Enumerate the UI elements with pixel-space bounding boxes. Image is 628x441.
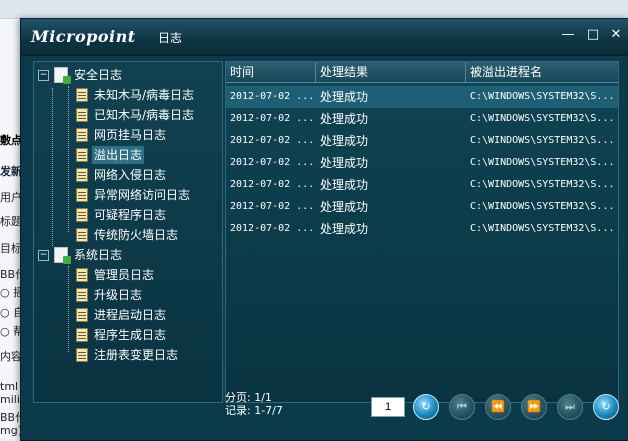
log-file-icon bbox=[76, 348, 88, 362]
tree-item-label-selected: 溢出日志 bbox=[92, 146, 145, 164]
list-header: 时间 处理结果 被溢出进程名 bbox=[226, 62, 618, 83]
last-page-button[interactable]: ⏭ bbox=[557, 394, 583, 420]
prev-page-icon: ⏪ bbox=[491, 400, 505, 413]
cell-result: 处理成功 bbox=[320, 156, 369, 170]
log-file-icon bbox=[76, 108, 88, 122]
tree-connector bbox=[52, 88, 53, 246]
log-list: 时间 处理结果 被溢出进程名 2012-07-02 ... 处理成功 C:\WI… bbox=[225, 61, 619, 403]
log-file-icon bbox=[76, 228, 88, 242]
column-header-time[interactable]: 时间 bbox=[226, 62, 316, 82]
table-row[interactable]: 2012-07-02 ... 处理成功 C:\WINDOWS\SYSTEM32\… bbox=[226, 174, 618, 196]
cell-result: 处理成功 bbox=[320, 222, 369, 236]
tree-item-label: 传统防火墙日志 bbox=[94, 228, 179, 242]
cell-process: C:\WINDOWS\SYSTEM32\S... bbox=[470, 135, 615, 146]
refresh-button[interactable]: ↻ bbox=[593, 394, 619, 420]
log-file-icon bbox=[76, 328, 88, 342]
log-file-icon bbox=[76, 148, 88, 162]
log-category-tree: − 安全日志 未知木马/病毒日志 已知木马/病毒日志 网页挂马日志 溢出日志 网… bbox=[33, 61, 223, 403]
log-file-icon bbox=[76, 168, 88, 182]
table-row[interactable]: 2012-07-02 ... 处理成功 C:\WINDOWS\SYSTEM32\… bbox=[226, 218, 618, 240]
cell-result: 处理成功 bbox=[320, 200, 369, 214]
collapse-toggle-icon[interactable]: − bbox=[38, 70, 49, 81]
pager-info: 分页: 1/1 记录: 1-7/7 bbox=[225, 391, 283, 417]
cell-result: 处理成功 bbox=[320, 90, 369, 104]
cell-process: C:\WINDOWS\SYSTEM32\S... bbox=[470, 157, 615, 168]
tree-item-label: 程序生成日志 bbox=[94, 328, 167, 342]
log-file-icon bbox=[76, 208, 88, 222]
tree-connector bbox=[68, 86, 69, 232]
first-page-button[interactable]: ⏮ bbox=[449, 394, 475, 420]
column-header-process[interactable]: 被溢出进程名 bbox=[466, 62, 618, 82]
page-number-input[interactable] bbox=[371, 397, 405, 417]
background-label: 内容 bbox=[0, 350, 22, 363]
tree-connector bbox=[68, 266, 69, 352]
tree-item-label: 网络入侵日志 bbox=[94, 168, 167, 182]
log-file-icon bbox=[76, 88, 88, 102]
cell-result: 处理成功 bbox=[320, 178, 369, 192]
log-file-icon bbox=[76, 128, 88, 142]
cell-time: 2012-07-02 ... bbox=[230, 113, 315, 124]
cell-time: 2012-07-02 ... bbox=[230, 179, 315, 190]
page-count: 分页: 1/1 bbox=[225, 391, 272, 404]
tree-item-label: 升级日志 bbox=[94, 288, 143, 302]
table-row[interactable]: 2012-07-02 ... 处理成功 C:\WINDOWS\SYSTEM32\… bbox=[226, 108, 618, 130]
background-toolbar bbox=[0, 0, 628, 19]
cell-process: C:\WINDOWS\SYSTEM32\S... bbox=[470, 113, 615, 124]
collapse-toggle-icon[interactable]: − bbox=[38, 250, 49, 261]
tree-item-label: 已知木马/病毒日志 bbox=[94, 108, 195, 122]
tree-item-label: 可疑程序日志 bbox=[94, 208, 167, 222]
tree-group-label: 系统日志 bbox=[74, 248, 123, 262]
background-label: 敷点 bbox=[0, 134, 22, 147]
refresh-icon: ↻ bbox=[421, 400, 431, 413]
cell-result: 处理成功 bbox=[320, 112, 369, 126]
background-label: mg] bbox=[0, 424, 22, 437]
log-file-icon bbox=[76, 188, 88, 202]
minimize-button[interactable]: — bbox=[561, 28, 575, 42]
next-page-icon: ⏩ bbox=[527, 400, 541, 413]
log-folder-icon bbox=[54, 247, 71, 264]
cell-time: 2012-07-02 ... bbox=[230, 223, 315, 234]
table-row[interactable]: 2012-07-02 ... 处理成功 C:\WINDOWS\SYSTEM32\… bbox=[226, 196, 618, 218]
column-header-result[interactable]: 处理结果 bbox=[316, 62, 466, 82]
table-row[interactable]: 2012-07-02 ... 处理成功 C:\WINDOWS\SYSTEM32\… bbox=[226, 130, 618, 152]
last-page-icon: ⏭ bbox=[565, 400, 575, 413]
tree-item-label: 异常网络访问日志 bbox=[94, 188, 191, 202]
cell-time: 2012-07-02 ... bbox=[230, 201, 315, 212]
next-page-button[interactable]: ⏩ bbox=[521, 394, 547, 420]
tree-item-label: 管理员日志 bbox=[94, 268, 155, 282]
tree-item-label: 网页挂马日志 bbox=[94, 128, 167, 142]
background-label: 目标 bbox=[0, 242, 22, 255]
record-count: 记录: 1-7/7 bbox=[225, 404, 283, 417]
prev-page-button[interactable]: ⏪ bbox=[485, 394, 511, 420]
cell-process: C:\WINDOWS\SYSTEM32\S... bbox=[470, 201, 615, 212]
go-page-button[interactable]: ↻ bbox=[413, 394, 439, 420]
window-title: 日志 bbox=[158, 31, 183, 45]
title-bar[interactable]: Micropoint 日志 — □ ✕ bbox=[21, 19, 628, 56]
cell-process: C:\WINDOWS\SYSTEM32\S... bbox=[470, 179, 615, 190]
cell-time: 2012-07-02 ... bbox=[230, 157, 315, 168]
cell-result: 处理成功 bbox=[320, 134, 369, 148]
cell-process: C:\WINDOWS\SYSTEM32\S... bbox=[470, 91, 615, 102]
table-row[interactable]: 2012-07-02 ... 处理成功 C:\WINDOWS\SYSTEM32\… bbox=[226, 86, 618, 108]
tree-item-label: 注册表变更日志 bbox=[94, 348, 179, 362]
log-window: Micropoint 日志 — □ ✕ − 安全日志 未知木马/病毒日志 已知木… bbox=[20, 18, 628, 441]
close-button[interactable]: ✕ bbox=[609, 28, 623, 42]
log-file-icon bbox=[76, 288, 88, 302]
cell-time: 2012-07-02 ... bbox=[230, 91, 315, 102]
log-file-icon bbox=[76, 308, 88, 322]
tree-item-label: 进程启动日志 bbox=[94, 308, 167, 322]
maximize-button[interactable]: □ bbox=[586, 28, 600, 42]
cell-process: C:\WINDOWS\SYSTEM32\S... bbox=[470, 223, 615, 234]
log-folder-icon bbox=[54, 67, 71, 84]
tree-group-label: 安全日志 bbox=[74, 68, 123, 82]
micropoint-logo: Micropoint bbox=[31, 27, 136, 46]
table-row[interactable]: 2012-07-02 ... 处理成功 C:\WINDOWS\SYSTEM32\… bbox=[226, 152, 618, 174]
background-label: 发新 bbox=[0, 165, 22, 178]
first-page-icon: ⏮ bbox=[457, 400, 467, 413]
log-file-icon bbox=[76, 268, 88, 282]
cell-time: 2012-07-02 ... bbox=[230, 135, 315, 146]
refresh-icon: ↻ bbox=[601, 400, 611, 413]
tree-item-label: 未知木马/病毒日志 bbox=[94, 88, 195, 102]
